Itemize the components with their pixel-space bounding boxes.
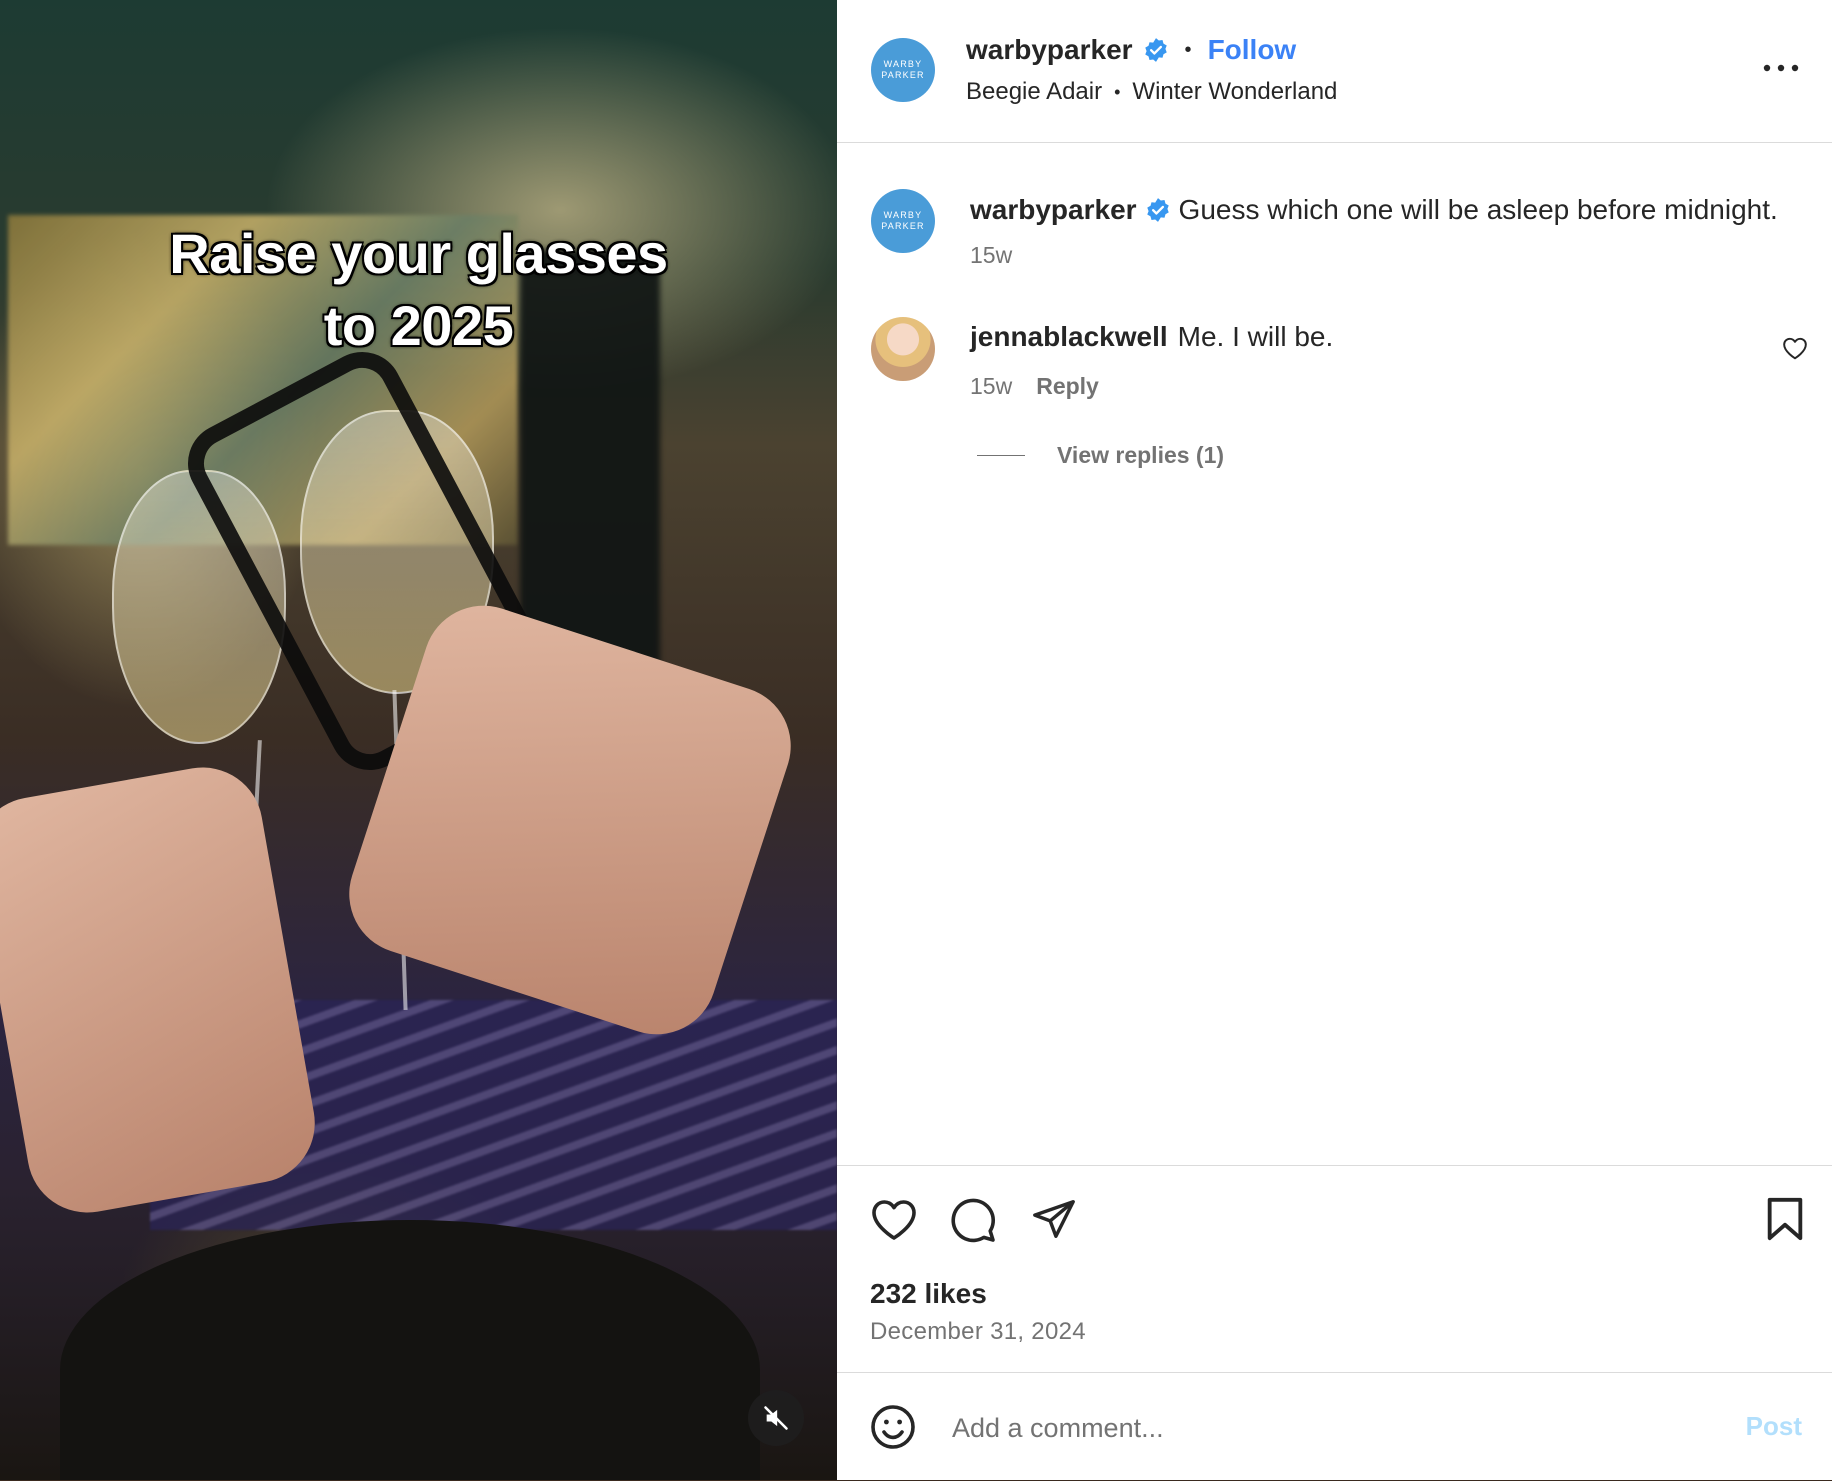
avatar-text-2: PARKER [881, 70, 925, 80]
verified-badge-icon [1146, 198, 1169, 222]
video-caption-overlay: Raise your glasses to 2025 [0, 218, 837, 362]
avatar[interactable]: WARBY PARKER [871, 38, 935, 102]
post-comment-button[interactable]: Post [1746, 1411, 1802, 1442]
caption-username[interactable]: warbyparker [970, 194, 1137, 226]
caption-avatar[interactable]: WARBY PARKER [871, 189, 935, 253]
caption-avatar-text-1: WARBY [883, 210, 923, 220]
caption-line-1: Raise your glasses [169, 222, 668, 285]
speaker-muted-icon [764, 1406, 788, 1430]
hand-left [0, 758, 325, 1222]
caption-text: Guess which one will be asleep before mi… [1178, 194, 1778, 225]
verified-badge-icon [1144, 38, 1167, 62]
audio-separator: • [1114, 81, 1121, 102]
commenter-avatar[interactable] [871, 317, 935, 381]
more-options-icon[interactable] [1761, 60, 1801, 76]
emoji-picker-icon[interactable] [869, 1403, 917, 1451]
post-date: December 31, 2024 [870, 1318, 1086, 1345]
background-table [60, 1220, 760, 1480]
like-heart-icon[interactable] [870, 1197, 918, 1241]
avatar-text-1: WARBY [883, 59, 923, 69]
view-replies-label: View replies (1) [1057, 441, 1225, 468]
action-bar: 232 likes December 31, 2024 [837, 1165, 1832, 1366]
view-replies-button[interactable]: View replies (1) [977, 438, 1224, 472]
audio-name[interactable]: Winter Wonderland [1132, 78, 1337, 106]
collab-name[interactable]: Beegie Adair [966, 78, 1102, 106]
like-count[interactable]: 232 likes [870, 1276, 987, 1312]
comment-username[interactable]: jennablackwell [970, 321, 1168, 353]
header-separator: • [1184, 38, 1192, 61]
mute-button[interactable] [748, 1390, 804, 1446]
comment-bubble-icon[interactable] [949, 1196, 997, 1244]
save-bookmark-icon[interactable] [1765, 1196, 1805, 1242]
replies-divider-line [977, 454, 1025, 456]
add-comment-bar: Post [837, 1372, 1832, 1481]
caption-avatar-text-2: PARKER [881, 221, 925, 231]
comment-input[interactable] [950, 1403, 1654, 1453]
reply-button[interactable]: Reply [1036, 373, 1099, 400]
caption-line-2: to 2025 [323, 294, 514, 357]
share-send-icon[interactable] [1031, 1196, 1077, 1242]
follow-button[interactable]: Follow [1208, 34, 1297, 66]
post-header: WARBY PARKER warbyparker • Follow Beegie… [837, 0, 1832, 143]
comment-text: Me. I will be. [1177, 321, 1334, 352]
caption-time: 15w [970, 241, 1013, 268]
post-sidebar: WARBY PARKER warbyparker • Follow Beegie… [837, 0, 1832, 1480]
post-video[interactable]: Raise your glasses to 2025 [0, 0, 837, 1480]
header-username[interactable]: warbyparker [966, 34, 1133, 66]
comment-like-icon[interactable] [1782, 336, 1808, 360]
comment-time: 15w [970, 372, 1013, 399]
